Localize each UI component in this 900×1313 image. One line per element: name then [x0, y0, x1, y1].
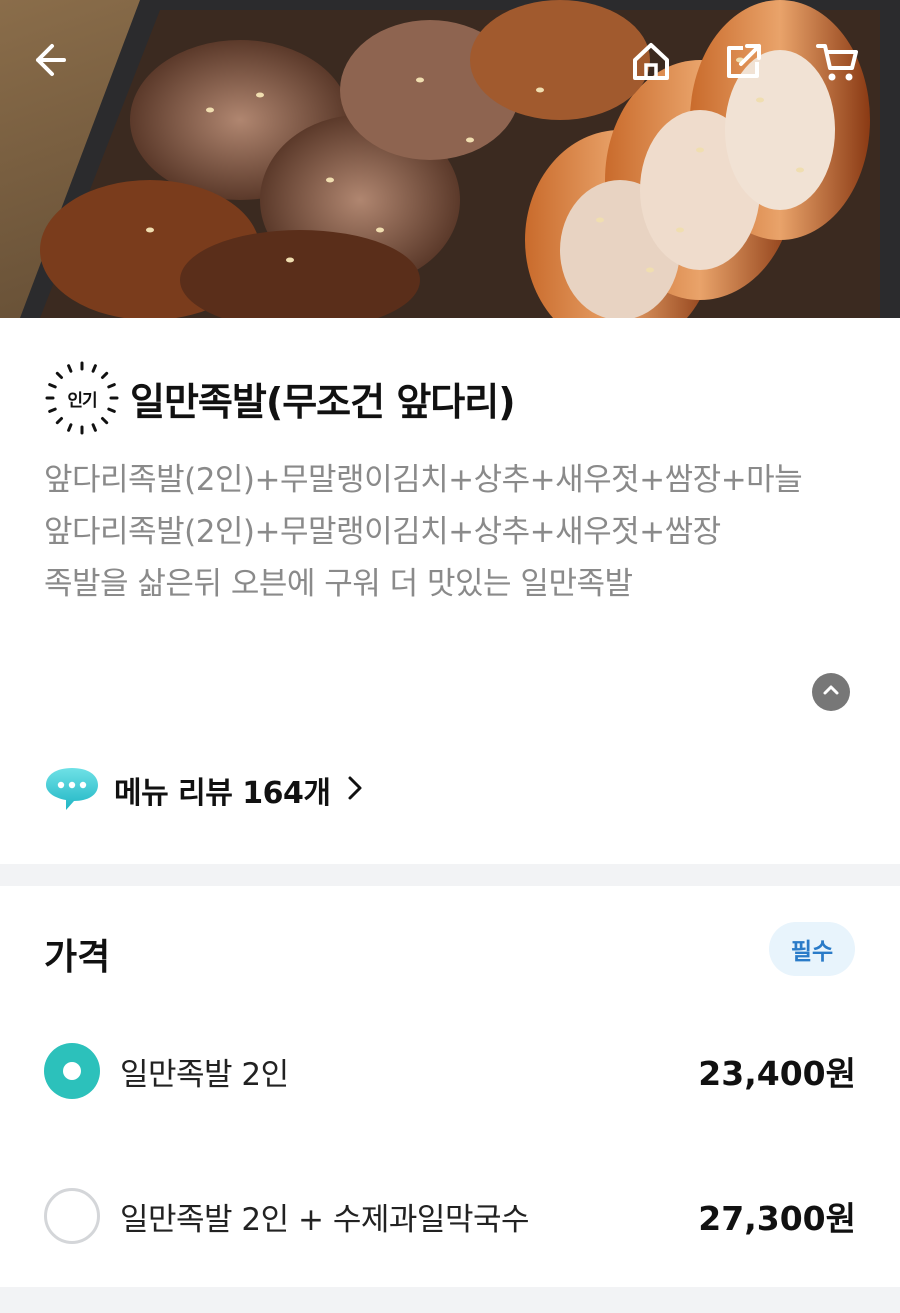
price-option[interactable]: 일만족발 2인 + 수제과일막국수 27,300원: [44, 1186, 856, 1246]
radio-button[interactable]: [44, 1188, 100, 1244]
price-heading: 가격: [44, 937, 111, 978]
share-button[interactable]: [723, 40, 779, 96]
collapse-description-button[interactable]: [812, 673, 850, 711]
menu-description: 앞다리족발(2인)+무말랭이김치+상추+새우젓+쌈장+마늘 앞다리족발(2인)+…: [44, 454, 864, 610]
required-badge: 필수: [769, 922, 855, 976]
menu-photo: [0, 0, 900, 318]
description-line: 앞다리족발(2인)+무말랭이김치+상추+새우젓+쌈장+마늘: [44, 462, 803, 498]
radio-button-selected[interactable]: [44, 1043, 100, 1099]
price-option[interactable]: 일만족발 2인 23,400원: [44, 1041, 856, 1101]
option-price: 27,300원: [698, 1199, 856, 1238]
menu-title: 일만족발(무조건 앞다리): [130, 379, 516, 424]
review-count-label: 메뉴 리뷰 164개: [114, 776, 331, 811]
popular-badge: 인기: [44, 360, 120, 436]
section-divider: [0, 864, 900, 886]
description-line: 족발을 삶은뒤 오븐에 구워 더 맛있는 일만족발: [44, 566, 633, 602]
option-price: 23,400원: [698, 1054, 856, 1093]
badge-label: 인기: [67, 390, 97, 411]
back-button[interactable]: [28, 40, 84, 96]
menu-title-row: 인기 일만족발(무조건 앞다리): [44, 360, 516, 436]
option-label: 일만족발 2인: [120, 1056, 289, 1093]
menu-review-link[interactable]: 메뉴 리뷰 164개: [44, 764, 363, 816]
speech-bubble-icon: [44, 764, 100, 816]
section-divider: [0, 1287, 900, 1313]
cart-button[interactable]: [815, 40, 871, 96]
option-label: 일만족발 2인 + 수제과일막국수: [120, 1201, 530, 1238]
home-button[interactable]: [630, 40, 686, 96]
description-line: 앞다리족발(2인)+무말랭이김치+상추+새우젓+쌈장: [44, 514, 721, 550]
chevron-up-icon: [821, 680, 841, 704]
chevron-right-icon: [347, 775, 363, 805]
